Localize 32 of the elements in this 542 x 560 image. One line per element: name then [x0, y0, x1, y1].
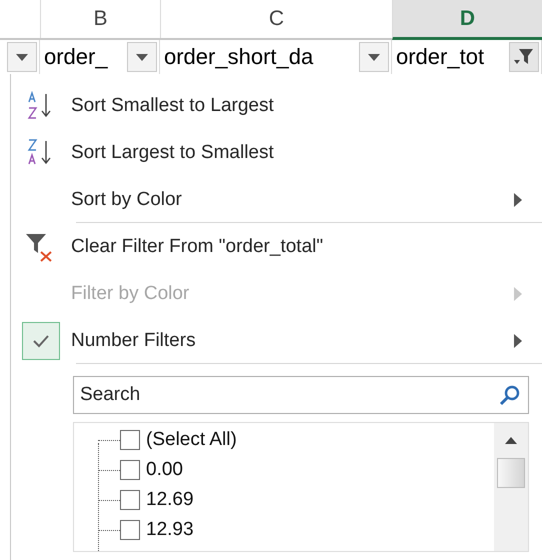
- filter-dropdown-button[interactable]: [127, 42, 157, 72]
- filter-dropdown-button[interactable]: [359, 42, 389, 72]
- filter-dropdown-button[interactable]: [7, 42, 37, 72]
- caret-icon: [136, 54, 148, 60]
- value-label[interactable]: 12.93: [146, 519, 194, 541]
- caret-icon: [368, 54, 380, 60]
- caret-icon: [16, 54, 28, 60]
- header-cell-text: order_tot: [396, 44, 486, 70]
- menu-item[interactable]: Clear Filter From "order_total": [71, 236, 542, 258]
- menu-item[interactable]: Number Filters: [71, 330, 514, 352]
- menu-item[interactable]: Sort Smallest to Largest: [71, 94, 542, 116]
- header-cell-text: order_short_da: [164, 44, 314, 70]
- filter-icon: [513, 47, 535, 67]
- menu-item[interactable]: Sort by Color: [71, 188, 514, 210]
- search-icon: [499, 384, 521, 406]
- value-label[interactable]: (Select All): [146, 429, 237, 451]
- checkbox[interactable]: [120, 430, 140, 450]
- header-cell-text: order_: [44, 44, 109, 70]
- menu-item[interactable]: Sort Largest to Smallest: [71, 142, 542, 164]
- column-header[interactable]: D: [392, 0, 542, 40]
- scrollbar-thumb[interactable]: [497, 458, 525, 488]
- value-label[interactable]: 12.69: [146, 489, 194, 511]
- submenu-arrow-icon: [514, 286, 522, 300]
- active-filter-button[interactable]: [509, 42, 539, 72]
- search-field[interactable]: Search: [73, 376, 529, 414]
- checkbox[interactable]: [120, 490, 140, 510]
- checkbox[interactable]: [120, 460, 140, 480]
- scroll-up-icon[interactable]: [505, 437, 517, 444]
- submenu-arrow-icon: [514, 334, 522, 348]
- submenu-arrow-icon: [514, 192, 522, 206]
- value-label[interactable]: 0.00: [146, 459, 183, 481]
- checkbox[interactable]: [120, 520, 140, 540]
